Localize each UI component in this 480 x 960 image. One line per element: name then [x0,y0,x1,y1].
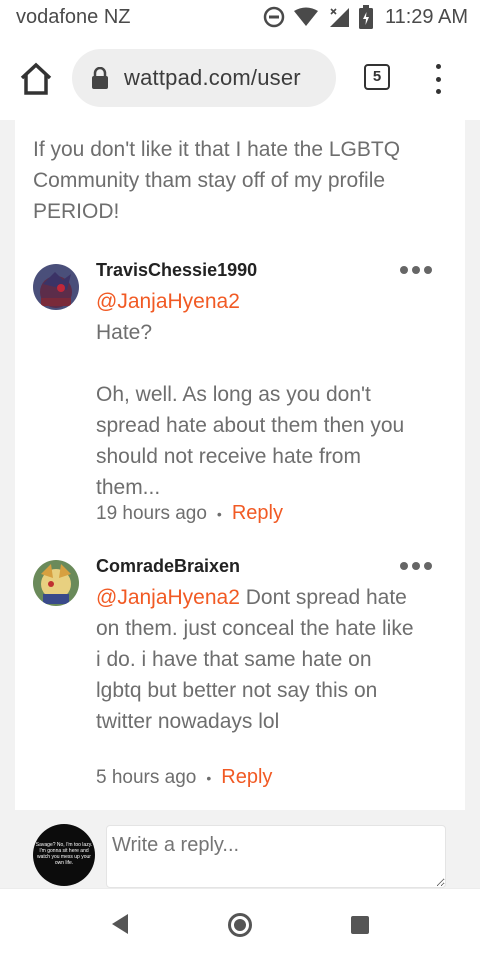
reply-item: TravisChessie1990 @JanjaHyena2 Hate? Oh,… [15,254,465,534]
avatar[interactable] [33,560,79,606]
mention-link[interactable]: @JanjaHyena2 [96,290,240,313]
more-options-icon[interactable] [400,562,432,570]
comment-card: If you don't like it that I hate the LGB… [15,120,465,810]
back-icon[interactable] [110,913,130,935]
more-vert-icon[interactable] [431,64,445,94]
tabs-button[interactable]: 5 [364,64,390,90]
navigation-bar [0,888,480,960]
status-bar: vodafone NZ 11:29 AM [0,0,480,36]
comments-page: If you don't like it that I hate the LGB… [0,120,480,888]
reply-button[interactable]: Reply [221,766,272,789]
status-icons: 11:29 AM [263,5,468,29]
url-text: wattpad.com/user [124,65,301,90]
more-options-icon[interactable] [400,266,432,274]
reply-text: Oh, well. As long as you don't spread ha… [96,383,405,499]
home-circle-icon[interactable] [228,913,252,937]
reply-meta: 19 hours ago • Reply [96,502,283,525]
browser-toolbar: wattpad.com/user 5 [0,36,480,120]
separator-dot: • [206,769,212,786]
lock-icon [92,67,108,89]
avatar: Savage? No, I'm too lazy. I'm gonna sit … [33,824,95,886]
separator-dot: • [216,505,222,522]
signal-icon [329,8,349,27]
reply-meta: 5 hours ago • Reply [96,766,272,789]
carrier-name: vodafone NZ [16,6,131,28]
timestamp: 5 hours ago [96,766,197,788]
comment-author[interactable]: ComradeBraixen [96,556,240,577]
comment-author[interactable]: TravisChessie1990 [96,260,257,281]
reply-button[interactable]: Reply [232,502,283,525]
reply-item: ComradeBraixen @JanjaHyena2 Dont spread … [15,550,465,800]
wifi-icon [293,7,318,26]
avatar[interactable] [33,264,79,310]
recents-icon[interactable] [351,916,369,934]
avatar-text: Savage? No, I'm too lazy. I'm gonna sit … [35,842,93,866]
address-bar[interactable]: wattpad.com/user [72,49,336,107]
reply-body: @JanjaHyena2 Dont spread hate on them. j… [96,582,416,737]
do-not-disturb-icon [263,6,285,28]
battery-charging-icon [358,5,373,29]
timestamp: 19 hours ago [96,502,207,524]
reply-text-line: Hate? [96,321,153,344]
clock-time: 11:29 AM [384,5,468,28]
reply-input[interactable] [106,825,446,888]
reply-composer: Savage? No, I'm too lazy. I'm gonna sit … [15,810,465,888]
home-icon[interactable] [18,62,54,96]
mention-link[interactable]: @JanjaHyena2 [96,586,240,609]
main-comment-text: If you don't like it that I hate the LGB… [33,138,401,223]
reply-body: @JanjaHyena2 Hate? Oh, well. As long as … [96,286,416,503]
